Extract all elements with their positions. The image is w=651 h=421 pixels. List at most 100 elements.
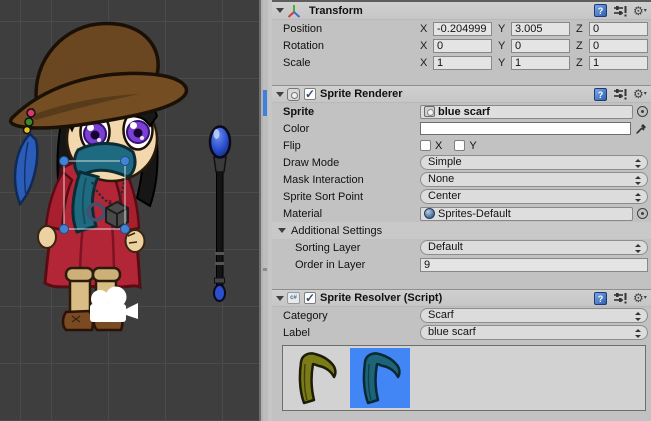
order-in-layer-input[interactable]: 9 <box>420 258 648 272</box>
subheader-label: Additional Settings <box>291 225 382 237</box>
popup-arrows-icon <box>634 311 641 322</box>
witch-character-sprite[interactable] <box>11 24 187 330</box>
presets-icon[interactable] <box>613 87 627 101</box>
mask-interaction-dropdown[interactable]: None <box>420 172 648 187</box>
material-sphere-icon <box>424 208 435 219</box>
field-label: Category <box>283 310 420 322</box>
sprite-object-field[interactable]: blue scarf <box>420 105 633 119</box>
field-label: Position <box>283 23 420 35</box>
foldout-arrow-icon[interactable] <box>278 228 286 233</box>
axis-y-label: Y <box>498 23 507 35</box>
transform-header[interactable]: Transform ? ⚙ <box>272 2 651 20</box>
dropdown-value: None <box>428 173 454 186</box>
sprite-sort-point-dropdown[interactable]: Center <box>420 189 648 204</box>
axis-z-label: Z <box>576 23 585 35</box>
scale-y-input[interactable]: 1 <box>511 56 570 70</box>
dropdown-value: blue scarf <box>428 326 476 339</box>
order-in-layer-row: Order in Layer 9 <box>272 256 651 273</box>
field-label: Mask Interaction <box>283 174 420 186</box>
dropdown-value: Scarf <box>428 309 454 322</box>
eyedropper-icon[interactable] <box>635 122 648 135</box>
thumbnail-blue-scarf[interactable] <box>350 348 410 408</box>
thumbnail-olive-scarf[interactable] <box>286 348 346 408</box>
gear-icon[interactable]: ⚙ <box>633 87 647 101</box>
category-row: Category Scarf <box>272 307 651 324</box>
field-label: Rotation <box>283 40 420 52</box>
gear-icon[interactable]: ⚙ <box>633 4 647 18</box>
label-row: Label blue scarf <box>272 324 651 341</box>
selection-handle[interactable] <box>121 225 130 234</box>
component-title: Sprite Renderer <box>320 88 403 100</box>
field-label: Label <box>283 327 420 339</box>
help-icon[interactable]: ? <box>594 4 607 17</box>
field-label: Flip <box>283 140 420 152</box>
sprite-thumbnail-icon <box>424 106 435 117</box>
rotation-z-input[interactable]: 0 <box>589 39 648 53</box>
scale-x-input[interactable]: 1 <box>433 56 492 70</box>
dropdown-value: Simple <box>428 156 462 169</box>
component-title: Transform <box>309 5 363 17</box>
flip-y-checkbox[interactable] <box>454 140 465 151</box>
foldout-arrow-icon[interactable] <box>276 92 284 97</box>
sprite-sort-point-row: Sprite Sort Point Center <box>272 188 651 205</box>
selection-handle[interactable] <box>60 157 69 166</box>
axis-z-label: Z <box>576 57 585 69</box>
object-picker-icon[interactable] <box>637 106 648 117</box>
inspector-panel: Transform ? ⚙ Position X -0.204999 Y 3.0… <box>272 0 651 421</box>
position-z-input[interactable]: 0 <box>589 22 648 36</box>
staff-sprite[interactable] <box>210 127 230 302</box>
panel-splitter[interactable] <box>259 0 272 421</box>
label-dropdown[interactable]: blue scarf <box>420 325 648 340</box>
flip-y-label: Y <box>469 140 476 152</box>
popup-arrows-icon <box>634 192 641 203</box>
csharp-script-icon: c# <box>287 292 300 304</box>
prefab-override-bar <box>263 90 267 116</box>
scene-canvas <box>0 0 259 421</box>
scale-z-input[interactable]: 1 <box>589 56 648 70</box>
help-icon[interactable]: ? <box>594 88 607 101</box>
help-icon[interactable]: ? <box>594 292 607 305</box>
flip-x-checkbox[interactable] <box>420 140 431 151</box>
scale-row: Scale X 1 Y 1 Z 1 <box>272 54 651 71</box>
camera-gizmo-icon[interactable] <box>90 287 138 323</box>
axis-y-label: Y <box>498 40 507 52</box>
field-label: Material <box>283 208 420 220</box>
axis-x-label: X <box>420 23 429 35</box>
presets-icon[interactable] <box>613 291 627 305</box>
dropdown-value: Center <box>428 190 461 203</box>
field-label: Order in Layer <box>283 259 420 271</box>
transform-axes-icon <box>287 4 301 18</box>
position-y-input[interactable]: 3.005 <box>511 22 570 36</box>
object-name: Sprites-Default <box>438 208 511 220</box>
sprite-resolver-header[interactable]: c# Sprite Resolver (Script) ? ⚙ <box>272 289 651 307</box>
selection-handle[interactable] <box>60 225 69 234</box>
additional-settings-foldout[interactable]: Additional Settings <box>272 222 651 239</box>
gear-icon[interactable]: ⚙ <box>633 291 647 305</box>
object-name: blue scarf <box>438 106 490 118</box>
field-label: Sprite Sort Point <box>283 191 420 203</box>
scrollbar-thumb[interactable] <box>263 268 267 271</box>
object-picker-icon[interactable] <box>637 208 648 219</box>
flip-row: Flip X Y <box>272 137 651 154</box>
presets-icon[interactable] <box>613 4 627 18</box>
scene-view[interactable] <box>0 0 259 421</box>
draw-mode-dropdown[interactable]: Simple <box>420 155 648 170</box>
material-object-field[interactable]: Sprites-Default <box>420 207 633 221</box>
rotation-x-input[interactable]: 0 <box>433 39 492 53</box>
rotation-y-input[interactable]: 0 <box>511 39 570 53</box>
axis-z-label: Z <box>576 40 585 52</box>
color-swatch[interactable] <box>420 122 631 135</box>
category-dropdown[interactable]: Scarf <box>420 308 648 323</box>
component-enabled-checkbox[interactable] <box>304 292 316 304</box>
field-label: Sprite <box>283 106 420 118</box>
material-row: Material Sprites-Default <box>272 205 651 222</box>
sorting-layer-dropdown[interactable]: Default <box>420 240 648 255</box>
component-enabled-checkbox[interactable] <box>304 88 316 100</box>
rotation-row: Rotation X 0 Y 0 Z 0 <box>272 37 651 54</box>
selection-handle[interactable] <box>121 157 130 166</box>
position-x-input[interactable]: -0.204999 <box>433 22 492 36</box>
foldout-arrow-icon[interactable] <box>276 296 284 301</box>
field-label: Scale <box>283 57 420 69</box>
foldout-arrow-icon[interactable] <box>276 8 284 13</box>
sprite-renderer-header[interactable]: Sprite Renderer ? ⚙ <box>272 85 651 103</box>
